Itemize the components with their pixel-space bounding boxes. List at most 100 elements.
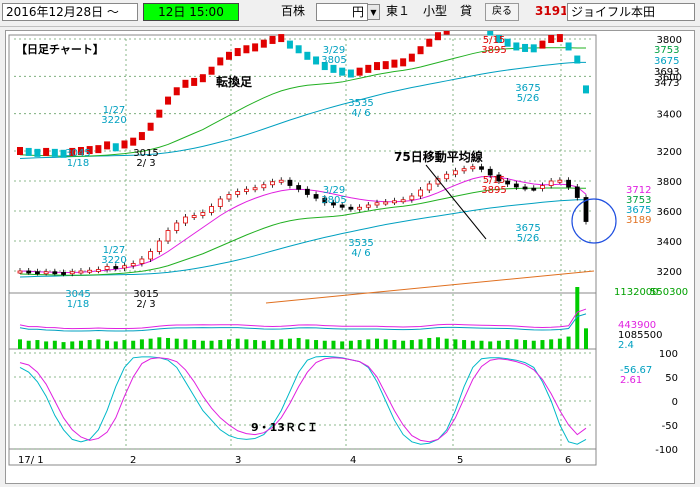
date-range-field[interactable]: 2016年12月28日 ～ [2,3,138,21]
volume-bar [183,339,188,349]
candle-body [374,202,380,206]
volume-bar [139,339,144,349]
volume-avg-short [19,308,587,330]
candle-body [139,258,145,264]
candle-body [61,272,66,275]
candle-body [287,179,293,186]
volume-bar [18,339,22,349]
volume-bar [244,339,249,349]
candle-body [52,271,58,275]
price-block [156,109,163,118]
lower-callout-date: 4/ 6 [351,248,370,259]
price-block [260,39,267,48]
candle-body [461,168,467,172]
price-block [408,53,415,62]
upper-callout-date: 4/ 6 [351,108,370,119]
price-block [356,67,363,76]
upper-ma25-line [19,47,586,157]
volume-bar [409,340,414,349]
upper-callout-date: 1/18 [67,158,89,169]
price-block [252,43,259,52]
unit-label: 百株 [281,4,306,18]
price-block [182,79,189,88]
candle-body [348,206,354,210]
candle-body [43,271,49,275]
volume-bar [261,340,266,349]
volume-bar [366,339,371,349]
volume-bar [514,339,519,349]
chart-area: 17/ 1 2 3 4 5 6 【日足チャート】 3800 3600 3400 3200 転換足 375… [5,17,695,484]
volume-bar [322,340,327,349]
time-display: 12日 15:00 [143,3,239,21]
candle-body [17,270,23,274]
rci-tick-label: 50 [665,373,678,384]
volume-bar [444,338,449,349]
y-tick-label: 3200 [657,267,682,278]
price-block [548,35,555,43]
price-block [234,48,241,57]
dropdown-arrow-icon[interactable]: ▼ [367,4,380,20]
price-block [391,59,398,68]
volume-bar [218,340,223,349]
volume-bar [148,338,153,349]
candle-body [304,188,310,195]
price-block [95,145,102,154]
candle-body [165,230,171,242]
volume-bar [235,338,240,349]
price-block [539,40,546,49]
price-block [278,34,285,43]
upper-callout-value: 3220 [101,115,126,126]
price-block [130,137,137,146]
size-label: 小型 [423,4,448,18]
volume-bar [584,328,588,349]
volume-bar [531,340,536,349]
volume-bar [462,340,467,349]
price-block [382,61,389,70]
y-tick-label: 3800 [657,177,682,188]
volume-bar [418,339,423,349]
candle-body [513,183,519,188]
candle-body [35,271,40,275]
price-block [583,85,589,94]
candle-body [209,206,214,213]
price-block [400,58,407,67]
price-block [374,62,381,71]
volume-bar [52,340,57,349]
volume-bar [488,341,493,349]
candle-body [261,184,267,189]
volume-bar [192,340,197,349]
candle-body [426,183,432,191]
candle-body [409,195,415,201]
volume-bar [287,338,292,349]
candle-body [540,185,545,189]
highlight-circle [571,198,617,244]
lower-annotation: 75日移動平均線 [394,149,483,164]
volume-bar [566,336,571,349]
price-block [434,32,441,41]
candle-body [383,201,389,205]
volume-bar [70,341,75,349]
volume-bar [357,340,362,349]
price-block [17,147,23,155]
market-label: 東１ [386,4,411,18]
volume-bar [113,341,118,349]
candle-body [452,170,458,175]
upper-right-label: 3473 [654,78,679,89]
volume-label: 550300 [650,287,688,298]
volume-bar [392,340,397,349]
rci-label: 9・13ＲＣＩ [251,421,318,434]
price-block [365,64,372,73]
back-button[interactable]: 戻る [485,3,519,21]
price-block [313,56,320,65]
price-unit-select[interactable]: 円 [316,3,368,21]
price-block [199,74,206,83]
candle-body [531,187,537,191]
candle-body [557,179,563,183]
lower-callout-value: 3220 [101,255,126,266]
candle-body [365,204,371,208]
candle-body [574,186,580,198]
x-tick-label: 2 [130,455,136,466]
volume-bar [305,339,310,349]
candle-body [104,266,110,270]
candle-body [444,173,450,180]
